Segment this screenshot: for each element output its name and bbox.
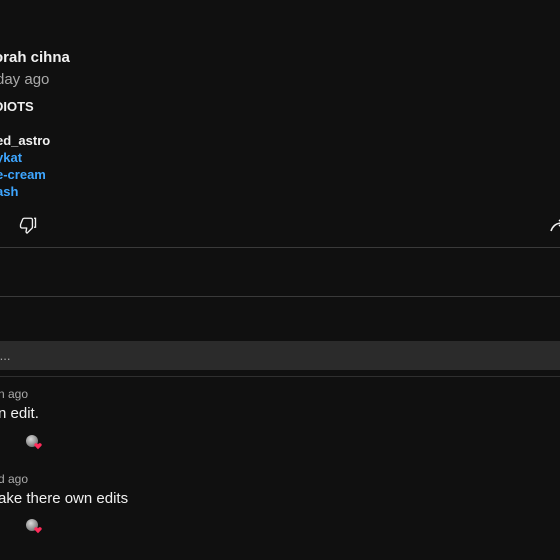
heart-icon bbox=[34, 527, 42, 534]
comment-text: DIOTS bbox=[0, 99, 34, 114]
mention-link[interactable]: ykat bbox=[0, 150, 22, 165]
divider bbox=[0, 247, 560, 248]
comment-thread: orah cihna day ago DIOTS ed_astro ykat e… bbox=[0, 0, 560, 560]
thumbs-down-icon[interactable] bbox=[19, 216, 37, 234]
divider bbox=[0, 376, 560, 377]
divider bbox=[0, 296, 560, 297]
creator-heart-icon bbox=[26, 519, 42, 535]
creator-heart-icon bbox=[26, 435, 42, 451]
mention-link[interactable]: ash bbox=[0, 184, 18, 199]
comment-timestamp[interactable]: day ago bbox=[0, 71, 49, 88]
reply-text: ake there own edits bbox=[0, 490, 129, 507]
add-comment-field[interactable] bbox=[0, 341, 560, 370]
share-icon[interactable] bbox=[550, 219, 560, 235]
comment-author[interactable]: orah cihna bbox=[0, 49, 70, 66]
reply-timestamp[interactable]: n ago bbox=[0, 387, 28, 401]
reply-timestamp[interactable]: d ago bbox=[0, 472, 28, 486]
add-comment-placeholder: t... bbox=[0, 348, 11, 363]
heart-icon bbox=[34, 443, 42, 450]
mention-link[interactable]: e-cream bbox=[0, 167, 46, 182]
reply-text: n edit. bbox=[0, 405, 39, 422]
mention-text: ed_astro bbox=[0, 133, 51, 148]
